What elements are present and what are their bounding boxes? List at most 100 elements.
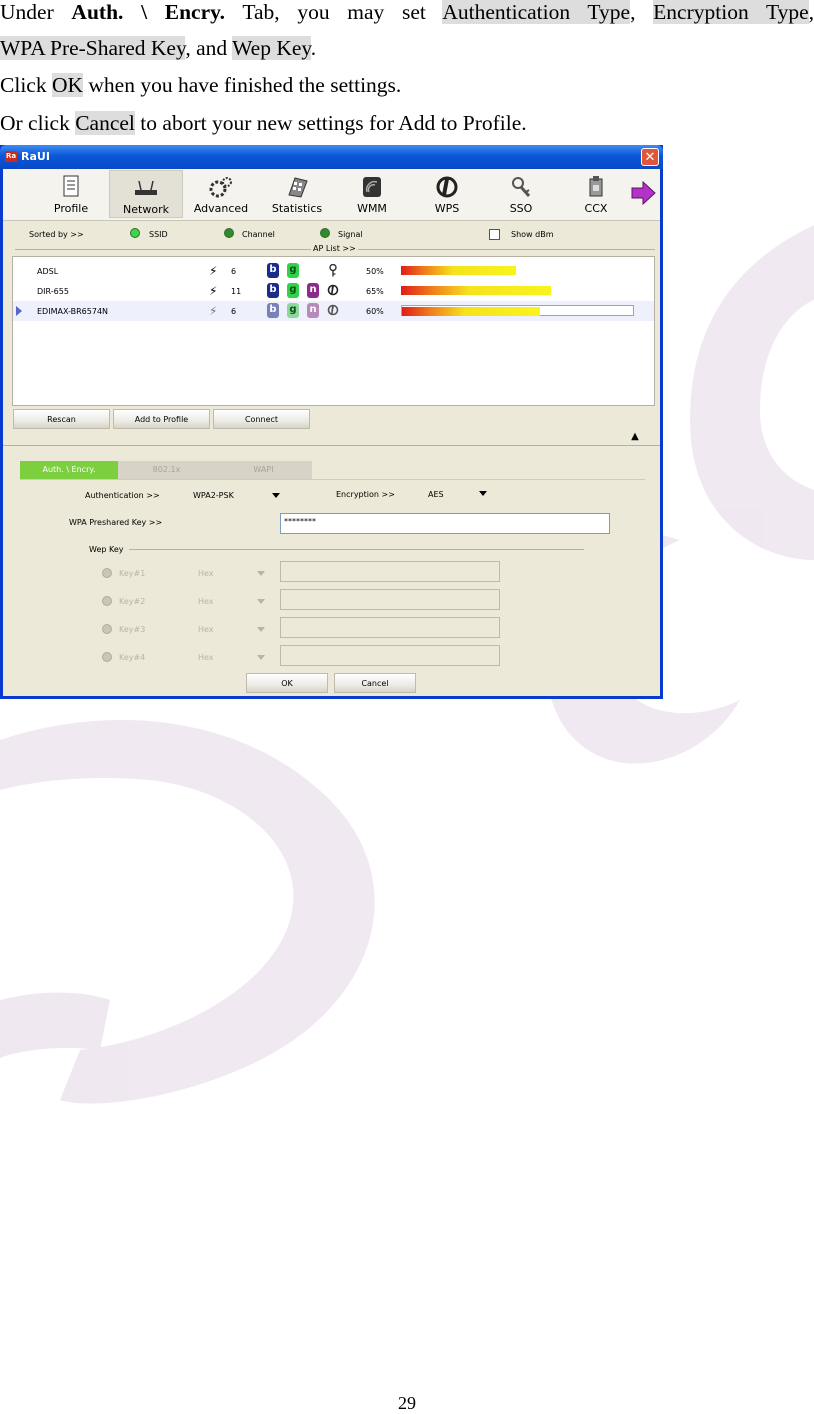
toolbar-network[interactable]: Network [109,170,183,218]
window-title: RaUI [21,150,50,163]
sort-channel-radio[interactable] [224,228,234,238]
toolbar: Profile Network Advanced Statistics WMM … [3,169,660,221]
encryption-select[interactable]: AES [428,490,444,499]
wep-key-4-input[interactable] [280,645,500,666]
chevron-down-icon[interactable] [257,627,265,632]
highlight-ok: OK [51,73,84,97]
wep-key-1-radio[interactable] [102,568,112,578]
wep-key-1-format-select[interactable]: Hex [198,569,214,578]
ap-ssid: DIR-655 [37,287,69,296]
authentication-select[interactable]: WPA2-PSK [193,491,234,500]
toolbar-label: SSO [509,202,533,215]
signal-bar-fill [401,286,551,295]
ap-signal-text: 65% [366,287,384,296]
ap-ssid: ADSL [37,267,59,276]
chevron-down-icon[interactable] [257,655,265,660]
next-arrow-icon[interactable] [630,181,656,205]
add-to-profile-button[interactable]: Add to Profile [113,409,210,429]
ap-row[interactable]: ADSL ⚡ 6 b g 50% [13,261,654,281]
toolbar-label: WMM [357,202,387,215]
toolbar-sso[interactable]: SSO [484,170,558,218]
ap-row[interactable]: DIR-655 ⚡ 11 b g n 65% [13,281,654,301]
sort-signal-radio[interactable] [320,228,330,238]
wep-key-2-radio[interactable] [102,596,112,606]
highlight-wep-key: Wep Key [232,36,311,60]
tab-name-bold: Auth. \ Encry. [71,0,226,24]
tab-wapi[interactable]: WAPI [215,461,312,479]
text: , and [185,36,233,60]
wpa-psk-input[interactable]: ******** [280,513,610,534]
ccx-icon [589,176,603,197]
highlight-wpa-psk: WPA Pre-Shared Key [0,36,186,60]
wep-key-3-radio[interactable] [102,624,112,634]
sort-channel-label: Channel [242,230,275,239]
app-icon: Ra [5,151,17,162]
wps-icon [436,176,458,198]
show-dbm-checkbox[interactable] [489,229,500,240]
advanced-icon [209,177,232,198]
toolbar-wmm[interactable]: WMM [335,170,409,218]
wep-key-3-label: Key#3 [119,625,146,634]
collapse-panel-icon[interactable]: ▲ [613,432,657,442]
toolbar-profile[interactable]: Profile [34,170,108,218]
selected-arrow-icon [16,306,22,316]
text: . [310,36,317,60]
close-button[interactable]: ✕ [641,148,659,166]
sort-ssid-radio[interactable] [130,228,140,238]
signal-bar-fill [402,307,540,316]
divider [20,479,645,480]
tab-auth-encry[interactable]: Auth. \ Encry. [20,461,118,479]
wep-key-4-radio[interactable] [102,652,112,662]
chevron-down-icon[interactable] [257,571,265,576]
cancel-button[interactable]: Cancel [334,673,416,693]
wep-key-2-label: Key#2 [119,597,146,606]
toolbar-label: Profile [53,202,89,215]
mode-g-icon: g [287,263,299,278]
channel-icon: ⚡ [209,264,218,278]
ok-button[interactable]: OK [246,673,328,693]
instruction-paragraph-1: Under Auth. \ Encry. Tab, you may set Au… [0,0,814,24]
mode-b-icon: b [267,283,279,298]
toolbar-ccx[interactable]: CCX [559,170,633,218]
key-icon [329,264,337,277]
connect-button[interactable]: Connect [213,409,310,429]
sort-signal-label: Signal [338,230,363,239]
wep-key-1-label: Key#1 [119,569,146,578]
toolbar-label: Statistics [271,202,323,215]
mode-g-icon: g [287,303,299,318]
signal-bar-fill [401,266,516,275]
instruction-paragraph-3: Or click Cancel to abort your new settin… [0,111,527,135]
toolbar-label: CCX [584,202,608,215]
wep-key-4-format-select[interactable]: Hex [198,653,214,662]
wep-key-3-format-select[interactable]: Hex [198,625,214,634]
ap-row-selected[interactable]: EDIMAX-BR6574N ⚡ 6 b g n 60% [13,301,654,321]
text: Or click [0,111,76,135]
rescan-button[interactable]: Rescan [13,409,110,429]
text: Tab, you may set [225,0,443,24]
toolbar-wps[interactable]: WPS [410,170,484,218]
toolbar-label: Advanced [193,202,249,215]
mode-b-icon: b [267,303,279,318]
highlight-cancel: Cancel [75,111,135,135]
sso-icon [512,177,531,197]
divider [129,549,584,550]
chevron-down-icon[interactable] [272,493,280,498]
channel-icon: ⚡ [209,304,218,318]
raui-window: Ra RaUI ✕ Profile Network Advanced Stati… [0,145,663,699]
wep-key-2-format-select[interactable]: Hex [198,597,214,606]
wep-key-2-input[interactable] [280,589,500,610]
tab-8021x[interactable]: 802.1x [118,461,215,479]
wep-key-label: Wep Key [89,545,124,554]
ap-signal-text: 50% [366,267,384,276]
wep-key-1-input[interactable] [280,561,500,582]
toolbar-statistics[interactable]: Statistics [260,170,334,218]
chevron-down-icon[interactable] [479,491,487,496]
encryption-label: Encryption >> [336,490,395,499]
wps-mini-icon [327,304,339,316]
wep-key-3-input[interactable] [280,617,500,638]
title-bar: Ra RaUI ✕ [0,145,663,169]
text: Under [0,0,72,24]
sorted-by-label: Sorted by >> [29,230,84,239]
toolbar-advanced[interactable]: Advanced [184,170,258,218]
chevron-down-icon[interactable] [257,599,265,604]
